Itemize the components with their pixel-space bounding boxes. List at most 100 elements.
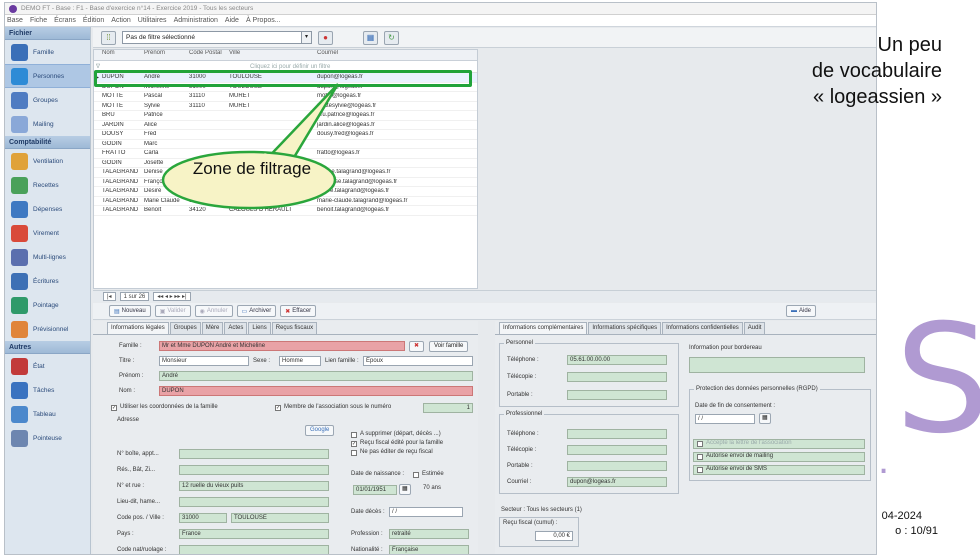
nationalite-field[interactable]: Française: [389, 545, 469, 554]
titre-select[interactable]: Monsieur: [159, 356, 249, 366]
calendar-icon[interactable]: ▦: [759, 413, 771, 424]
sidebar-item[interactable]: Groupes: [5, 88, 90, 112]
column-header[interactable]: Ville: [227, 50, 315, 60]
menu-item[interactable]: Action: [111, 17, 130, 24]
telecopie-field[interactable]: [567, 372, 667, 382]
chevron-down-icon[interactable]: ▾: [301, 32, 311, 43]
fin-consent-field[interactable]: / /: [695, 414, 755, 424]
sexe-select[interactable]: Homme: [279, 356, 321, 366]
menu-item[interactable]: À Propos...: [246, 17, 281, 24]
tab-left[interactable]: Mère: [201, 322, 224, 334]
google-button[interactable]: Google: [305, 425, 335, 436]
nav-controls[interactable]: ◂◂ ◂ ▸ ▸▸ ▸|: [153, 292, 191, 301]
menu-item[interactable]: Fiche: [30, 17, 47, 24]
sidebar-item[interactable]: Multi-lignes: [5, 245, 90, 269]
sidebar-item[interactable]: Pointage: [5, 293, 90, 317]
delete-button[interactable]: ✖ Effacer: [280, 305, 317, 317]
sidebar-item[interactable]: État: [5, 354, 90, 378]
res-field[interactable]: [179, 465, 329, 475]
tab-left[interactable]: Liens: [248, 322, 271, 334]
table-row[interactable]: MOTTE Pascal 31110 MURET motte@logeas.fr: [94, 92, 477, 102]
pro-telecopie-field[interactable]: [567, 445, 667, 455]
nom-field[interactable]: DUPON: [159, 386, 473, 396]
deces-field[interactable]: / /: [389, 507, 463, 517]
sidebar-item[interactable]: Prévisionnel: [5, 317, 90, 341]
help-button[interactable]: ▬ Aide: [785, 305, 816, 317]
clear-filter-button[interactable]: ●: [318, 30, 333, 45]
menu-item[interactable]: Utilitaires: [138, 17, 167, 24]
sidebar-item[interactable]: Famille: [5, 40, 90, 64]
lien-famille-select[interactable]: Époux: [363, 356, 473, 366]
refresh-button[interactable]: ↻: [384, 30, 399, 45]
naissance-field[interactable]: 01/01/1951: [353, 485, 397, 495]
sidebar-item[interactable]: Tâches: [5, 378, 90, 402]
code-nat-field[interactable]: [179, 545, 329, 554]
sidebar-item[interactable]: Virement: [5, 221, 90, 245]
filter-icon[interactable]: ⁞⁞: [101, 30, 116, 45]
tab-right[interactable]: Audit: [743, 322, 766, 334]
telephone-field[interactable]: 05.61.00.00.00: [567, 355, 667, 365]
calendar-icon[interactable]: ▦: [399, 484, 411, 495]
famille-field[interactable]: Mr et Mme DUPON André et Micheline: [159, 341, 405, 351]
opt-sms-checkbox[interactable]: [697, 467, 703, 473]
opt-mailing-checkbox[interactable]: [697, 454, 703, 460]
cp-field[interactable]: 31000: [179, 513, 227, 523]
menu-item[interactable]: Administration: [174, 17, 218, 24]
clear-famille-icon[interactable]: ✖: [409, 341, 425, 352]
menu-item[interactable]: Édition: [83, 17, 104, 24]
estimee-checkbox[interactable]: [413, 472, 419, 478]
pro-portable-field[interactable]: [567, 461, 667, 471]
save-button[interactable]: ▣ Valider: [154, 305, 191, 317]
column-header[interactable]: Courriel: [315, 50, 475, 60]
lieu-dit-field[interactable]: [179, 497, 329, 507]
membre-checkbox[interactable]: ✓: [275, 405, 281, 411]
membre-number-field[interactable]: 1: [423, 403, 473, 413]
prenom-field[interactable]: André: [159, 371, 473, 381]
nav-first-button[interactable]: |◂: [103, 292, 116, 301]
ne-pas-editer-checkbox[interactable]: [351, 450, 357, 456]
sidebar-item[interactable]: Recettes: [5, 173, 90, 197]
table-row[interactable]: BRU Patrice bru.patrice@logeas.fr: [94, 111, 477, 121]
table-row[interactable]: MOTTE Sylvie 31110 MURET mottesylvie@logeas.…: [94, 102, 477, 111]
portable-field[interactable]: [567, 390, 667, 400]
tab-right[interactable]: Informations confidentielles: [662, 322, 743, 334]
column-header[interactable]: Code Postal: [187, 50, 227, 60]
sidebar-item[interactable]: Personnes: [5, 64, 90, 88]
ville-field[interactable]: TOULOUSE: [231, 513, 329, 523]
filter-select[interactable]: Pas de filtre sélectionné ▾: [122, 31, 312, 44]
menu-item[interactable]: Base: [7, 17, 23, 24]
sidebar-item[interactable]: Tableau: [5, 402, 90, 426]
sidebar-item[interactable]: Écritures: [5, 269, 90, 293]
voir-famille-button[interactable]: Voir famille: [429, 341, 469, 352]
tab-left[interactable]: Informations légales: [107, 322, 169, 334]
table-row[interactable]: JARDIN Alice jardin.alice@logeas.fr: [94, 121, 477, 130]
tab-right[interactable]: Informations complémentaires: [499, 322, 588, 334]
tab-right[interactable]: Informations spécifiques: [588, 322, 662, 334]
column-header[interactable]: Prénom: [142, 50, 187, 60]
tab-left[interactable]: Groupes: [169, 322, 201, 334]
sidebar-item[interactable]: Dépenses: [5, 197, 90, 221]
profession-field[interactable]: retraité: [389, 529, 469, 539]
bordereau-field[interactable]: [689, 357, 865, 373]
opt-lettre-checkbox[interactable]: [697, 441, 703, 447]
courriel-field[interactable]: dupon@logeas.fr: [567, 477, 667, 487]
new-button[interactable]: ▤ Nouveau: [109, 305, 151, 317]
menu-item[interactable]: Écrans: [54, 17, 76, 24]
boite-field[interactable]: [179, 449, 329, 459]
pays-field[interactable]: France: [179, 529, 329, 539]
tab-left[interactable]: Actes: [224, 322, 248, 334]
sidebar-item[interactable]: Pointeuse: [5, 426, 90, 450]
pro-telephone-field[interactable]: [567, 429, 667, 439]
use-coords-checkbox[interactable]: ✓: [111, 405, 117, 411]
supprimer-checkbox[interactable]: [351, 432, 357, 438]
grid-view-button[interactable]: ▦: [363, 30, 378, 45]
column-header[interactable]: Nom: [100, 50, 142, 60]
rue-field[interactable]: 12 ruelle du vieux puits: [179, 481, 329, 491]
cancel-button[interactable]: ◉ Annuler: [194, 305, 233, 317]
tab-left[interactable]: Reçus fiscaux: [271, 322, 318, 334]
recu-fiscal-checkbox[interactable]: ✓: [351, 441, 357, 447]
sidebar-item[interactable]: Ventilation: [5, 149, 90, 173]
sidebar-item[interactable]: Mailing: [5, 112, 90, 136]
archive-button[interactable]: ▭ Archiver: [236, 305, 277, 317]
menu-item[interactable]: Aide: [225, 17, 239, 24]
